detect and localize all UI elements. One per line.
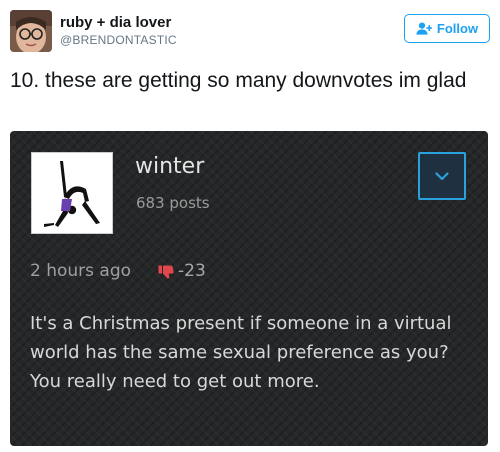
gymnast-silhouette-icon — [44, 161, 100, 227]
post-count: 683 posts — [136, 194, 210, 212]
author-name[interactable]: ruby + dia lover — [60, 14, 171, 31]
tweet-text: 10. these are getting so many downvotes … — [10, 69, 467, 92]
post-username[interactable]: winter — [135, 154, 204, 179]
embedded-screenshot[interactable]: winter 683 posts 2 hours ago -23 It's a … — [10, 131, 488, 446]
chevron-down-icon — [435, 171, 449, 180]
author-handle[interactable]: @BRENDONTASTIC — [60, 33, 177, 47]
post-avatar — [31, 152, 113, 234]
follow-button[interactable]: Follow — [404, 14, 490, 43]
post-body-text: It's a Christmas present if someone in a… — [30, 313, 452, 392]
post-score: -23 — [178, 261, 206, 281]
person-plus-icon — [416, 22, 432, 35]
thumbs-down-icon[interactable] — [158, 265, 174, 279]
expand-menu-button[interactable] — [418, 152, 466, 200]
follow-label: Follow — [436, 21, 479, 36]
post-timestamp: 2 hours ago — [30, 261, 132, 281]
avatar-photo — [10, 10, 52, 52]
author-avatar[interactable] — [10, 10, 52, 52]
